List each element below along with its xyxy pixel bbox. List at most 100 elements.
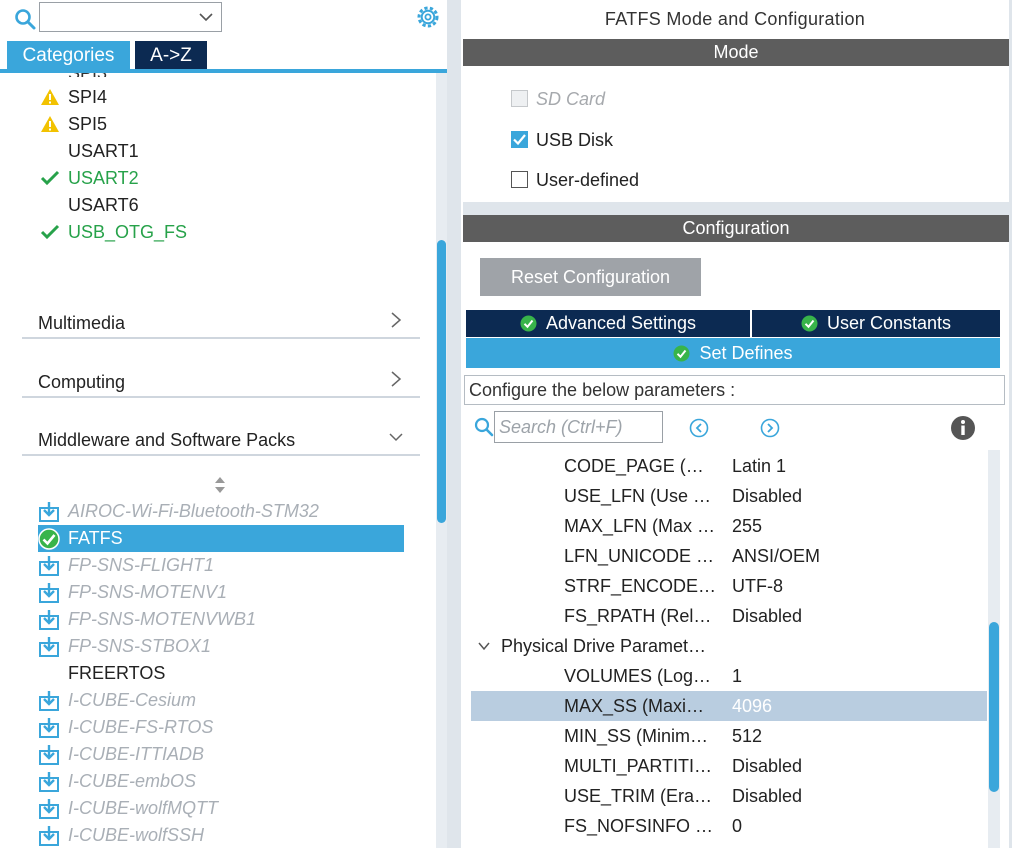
download-pack-icon [39,691,59,711]
parameter-value[interactable]: Disabled [732,781,802,811]
parameter-value[interactable]: 4096 [732,691,772,721]
tab-advanced-settings[interactable]: Advanced Settings [466,310,750,337]
list-item-label: USART6 [68,195,139,215]
category-label: Middleware and Software Packs [38,430,296,450]
parameter-value[interactable]: Disabled [732,481,802,511]
list-item-label: SPI4 [68,87,108,107]
parameter-row[interactable]: VOLUMES (Log… 1 [471,661,987,691]
parameter-value[interactable]: 0 [732,811,742,841]
parameter-row[interactable]: FS_NOFSINFO … 0 [471,811,987,841]
parameter-group-header[interactable]: Physical Drive Paramet… [471,631,987,661]
sort-icon[interactable] [213,475,227,495]
parameter-name: MIN_SS (Minim… [564,726,709,746]
parameter-name: FS_RPATH (Rel… [564,606,712,626]
download-pack-icon [39,583,59,603]
parameter-value[interactable]: Disabled [732,751,802,781]
download-pack-icon [39,718,59,738]
search-icon[interactable] [13,7,37,31]
parameter-value[interactable]: 255 [732,511,762,541]
category-tree: SPI3 SPI4 SPI5 USART1 USART2 USART6 [0,73,436,848]
chevron-down-icon[interactable] [198,9,214,25]
check-circle-icon [38,528,60,550]
parameter-value[interactable]: UTF-8 [732,571,783,601]
middleware-item-label: AIROC-Wi-Fi-Bluetooth-STM32 [68,501,319,521]
parameter-value[interactable]: 512 [732,721,762,751]
checkbox-box[interactable] [511,131,528,148]
middleware-item[interactable]: I-CUBE-embOS [38,768,404,795]
category-multimedia[interactable]: Multimedia [22,301,420,339]
parameter-row[interactable]: USE_TRIM (Era… Disabled [471,781,987,811]
tab-a-to-z[interactable]: A->Z [135,41,207,70]
category-search-combobox[interactable] [39,2,222,32]
parameter-name: MAX_SS (Maxi… [564,696,705,716]
mode-section-header: Mode [463,39,1009,66]
middleware-item[interactable]: FP-SNS-MOTENVWB1 [38,606,404,633]
download-pack-icon [39,799,59,819]
checkbox-box[interactable] [511,171,528,188]
parameter-row[interactable]: MAX_SS (Maxi… 4096 [471,691,987,721]
left-scrollbar-thumb[interactable] [437,240,446,523]
middleware-item[interactable]: I-CUBE-FS-RTOS [38,714,404,741]
parameter-value[interactable]: Disabled [732,601,802,631]
chevron-down-icon[interactable] [477,639,491,653]
category-computing[interactable]: Computing [22,360,420,398]
middleware-item-label: FP-SNS-MOTENVWB1 [68,609,257,629]
parameter-row[interactable]: USE_LFN (Use … Disabled [471,481,987,511]
parameter-name: USE_LFN (Use … [564,486,712,506]
middleware-item[interactable]: I-CUBE-Cesium [38,687,404,714]
parameter-name: MULTI_PARTITI… [564,756,713,776]
parameter-search-input[interactable]: Search (Ctrl+F) [494,411,663,443]
middleware-item[interactable]: FREERTOS [38,660,404,687]
download-pack-icon [39,502,59,522]
parameter-row[interactable]: LFN_UNICODE … ANSI/OEM [471,541,987,571]
info-icon[interactable] [950,415,976,441]
parameter-row[interactable]: STRF_ENCODE… UTF-8 [471,571,987,601]
tab-set-defines[interactable]: Set Defines [466,338,1000,368]
middleware-item[interactable]: FP-SNS-STBOX1 [38,633,404,660]
middleware-item-label: FP-SNS-MOTENV1 [68,582,228,602]
parameter-value[interactable]: Latin 1 [732,451,786,481]
parameter-row[interactable]: MULTI_PARTITI… Disabled [471,751,987,781]
tab-user-constants[interactable]: User Constants [752,310,1000,337]
reset-configuration-button[interactable]: Reset Configuration [480,258,701,296]
middleware-item[interactable]: FATFS [38,525,404,552]
previous-result-icon[interactable] [688,417,710,439]
download-pack-icon [39,772,59,792]
parameter-name: CODE_PAGE (… [564,456,704,476]
parameter-name: STRF_ENCODE… [564,576,717,596]
search-icon[interactable] [473,416,495,438]
category-middleware[interactable]: Middleware and Software Packs [22,418,420,456]
group-label: Physical Drive Paramet… [501,636,707,656]
parameter-name: FS_NOFSINFO … [564,816,714,836]
parameter-row[interactable]: FS_RPATH (Rel… Disabled [471,601,987,631]
next-result-icon[interactable] [759,417,781,439]
checkbox-box[interactable] [511,90,528,107]
tab-categories[interactable]: Categories [7,41,130,70]
chevron-down-icon [389,433,403,442]
middleware-item-label: I-CUBE-wolfSSH [68,825,205,845]
parameter-scrollbar-thumb[interactable] [989,622,999,792]
middleware-item-label: I-CUBE-FS-RTOS [68,717,214,737]
middleware-item[interactable]: I-CUBE-ITTIADB [38,741,404,768]
parameter-table: CODE_PAGE (… Latin 1 USE_LFN (Use … Disable… [466,450,989,848]
warning-icon [41,116,59,132]
middleware-item-label: FATFS [68,528,123,548]
parameter-value[interactable]: 1 [732,661,742,691]
clipped-list-item: SPI3 [68,73,107,77]
gear-icon[interactable] [415,4,441,30]
middleware-item[interactable]: FP-SNS-FLIGHT1 [38,552,404,579]
parameter-row[interactable]: CODE_PAGE (… Latin 1 [471,451,987,481]
middleware-item[interactable]: I-CUBE-wolfSSH [38,822,404,848]
configure-caption: Configure the below parameters : [464,375,1005,405]
middleware-item[interactable]: I-CUBE-wolfMQTT [38,795,404,822]
middleware-item[interactable]: FP-SNS-MOTENV1 [38,579,404,606]
download-pack-icon [39,637,59,657]
category-label: Multimedia [38,313,126,333]
parameter-value[interactable]: ANSI/OEM [732,541,820,571]
middleware-item[interactable]: AIROC-Wi-Fi-Bluetooth-STM32 [38,498,404,525]
parameter-row[interactable]: MIN_SS (Minim… 512 [471,721,987,751]
parameter-row[interactable]: MAX_LFN (Max … 255 [471,511,987,541]
pane-splitter[interactable] [447,0,461,848]
parameter-name: VOLUMES (Log… [564,666,712,686]
download-pack-icon [39,745,59,765]
